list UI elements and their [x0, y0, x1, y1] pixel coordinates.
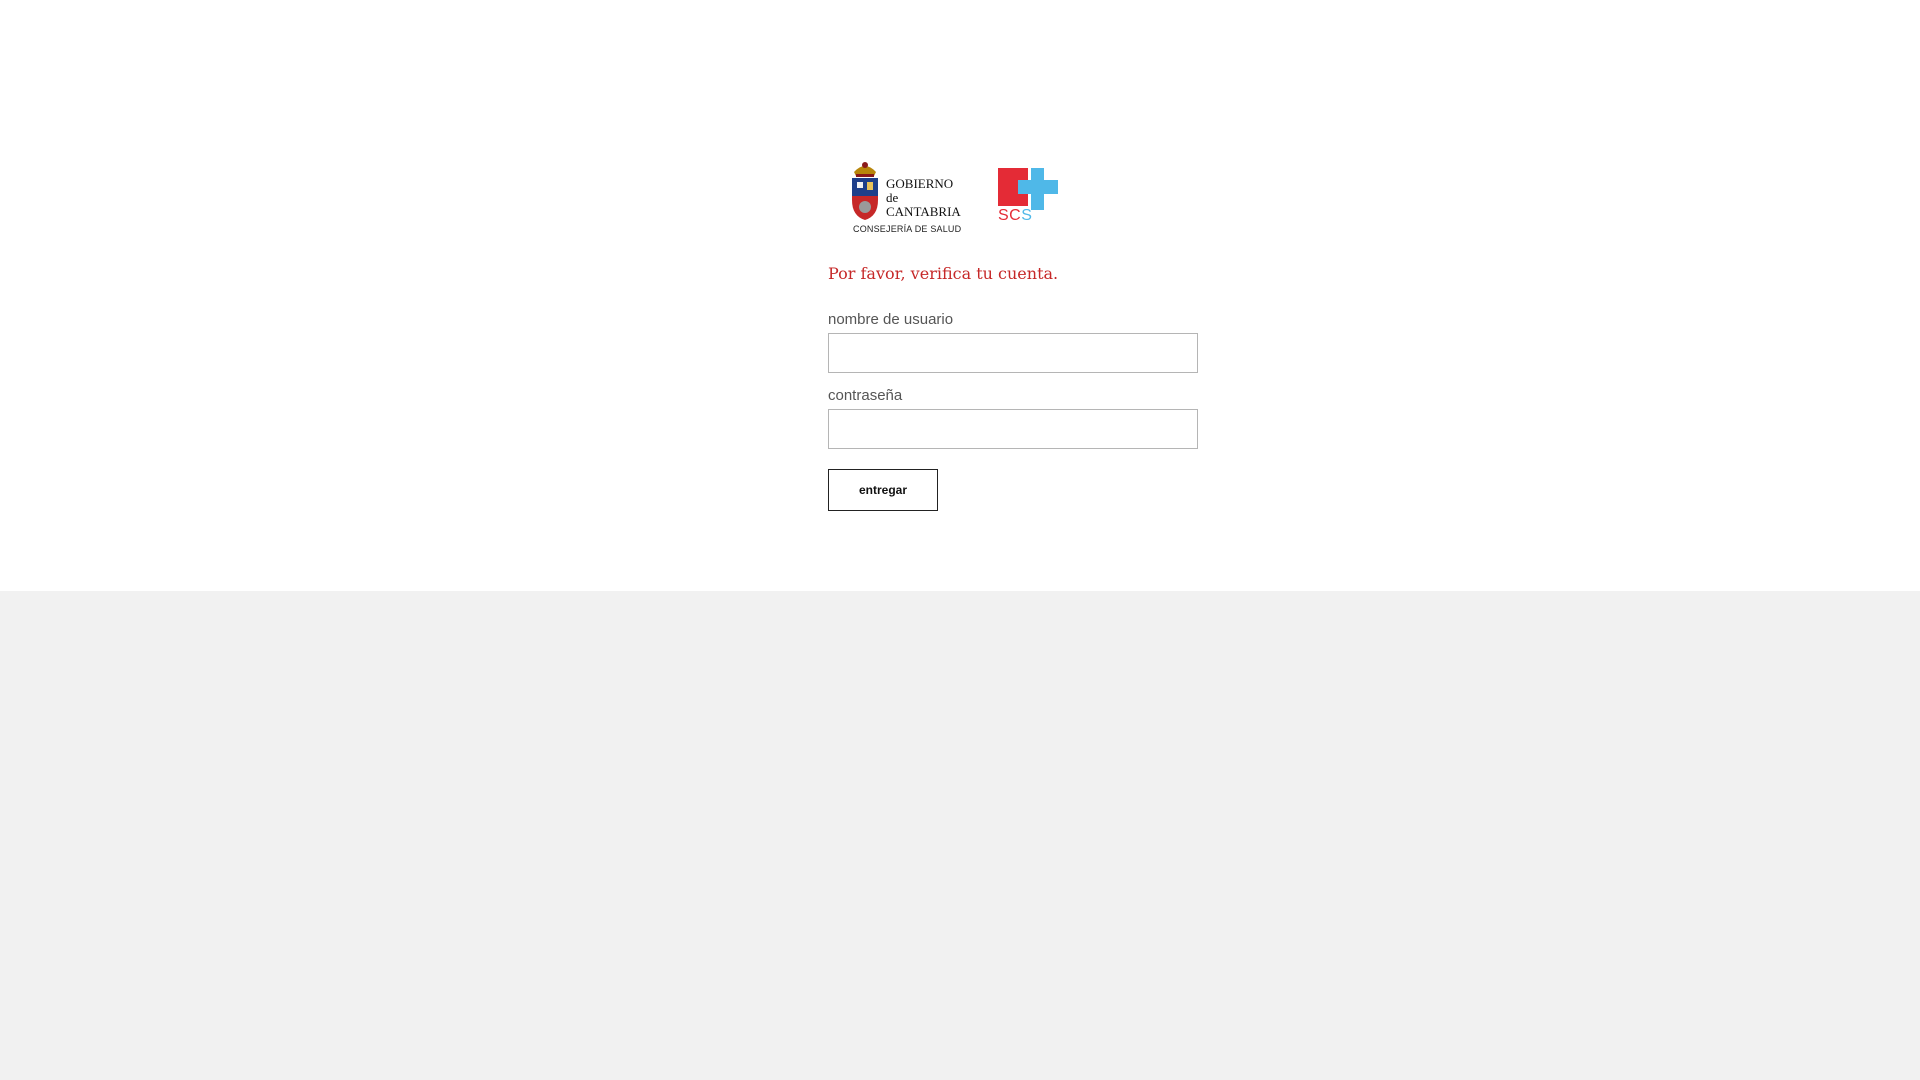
- password-label: contraseña: [828, 387, 903, 404]
- coat-of-arms-icon: [852, 162, 878, 220]
- medical-cross-icon: [998, 168, 1058, 210]
- password-input[interactable]: [828, 409, 1198, 449]
- consejeria-text: CONSEJERÍA DE SALUD: [853, 224, 962, 234]
- submit-button[interactable]: entregar: [828, 469, 938, 511]
- header-logos: GOBIERNO de CANTABRIA CONSEJERÍA DE SALU…: [828, 160, 1198, 240]
- verify-account-heading: Por favor, verifica tu cuenta.: [828, 264, 1059, 283]
- username-label: nombre de usuario: [828, 311, 954, 328]
- gobierno-text: GOBIERNO de CANTABRIA: [886, 176, 961, 219]
- login-box: GOBIERNO de CANTABRIA CONSEJERÍA DE SALU…: [828, 160, 1198, 511]
- scs-letters: SCS: [998, 207, 1033, 224]
- scs-logo: SCS: [998, 168, 1060, 230]
- gobierno-cantabria-logo: GOBIERNO de CANTABRIA CONSEJERÍA DE SALU…: [848, 160, 978, 238]
- username-input[interactable]: [828, 333, 1198, 373]
